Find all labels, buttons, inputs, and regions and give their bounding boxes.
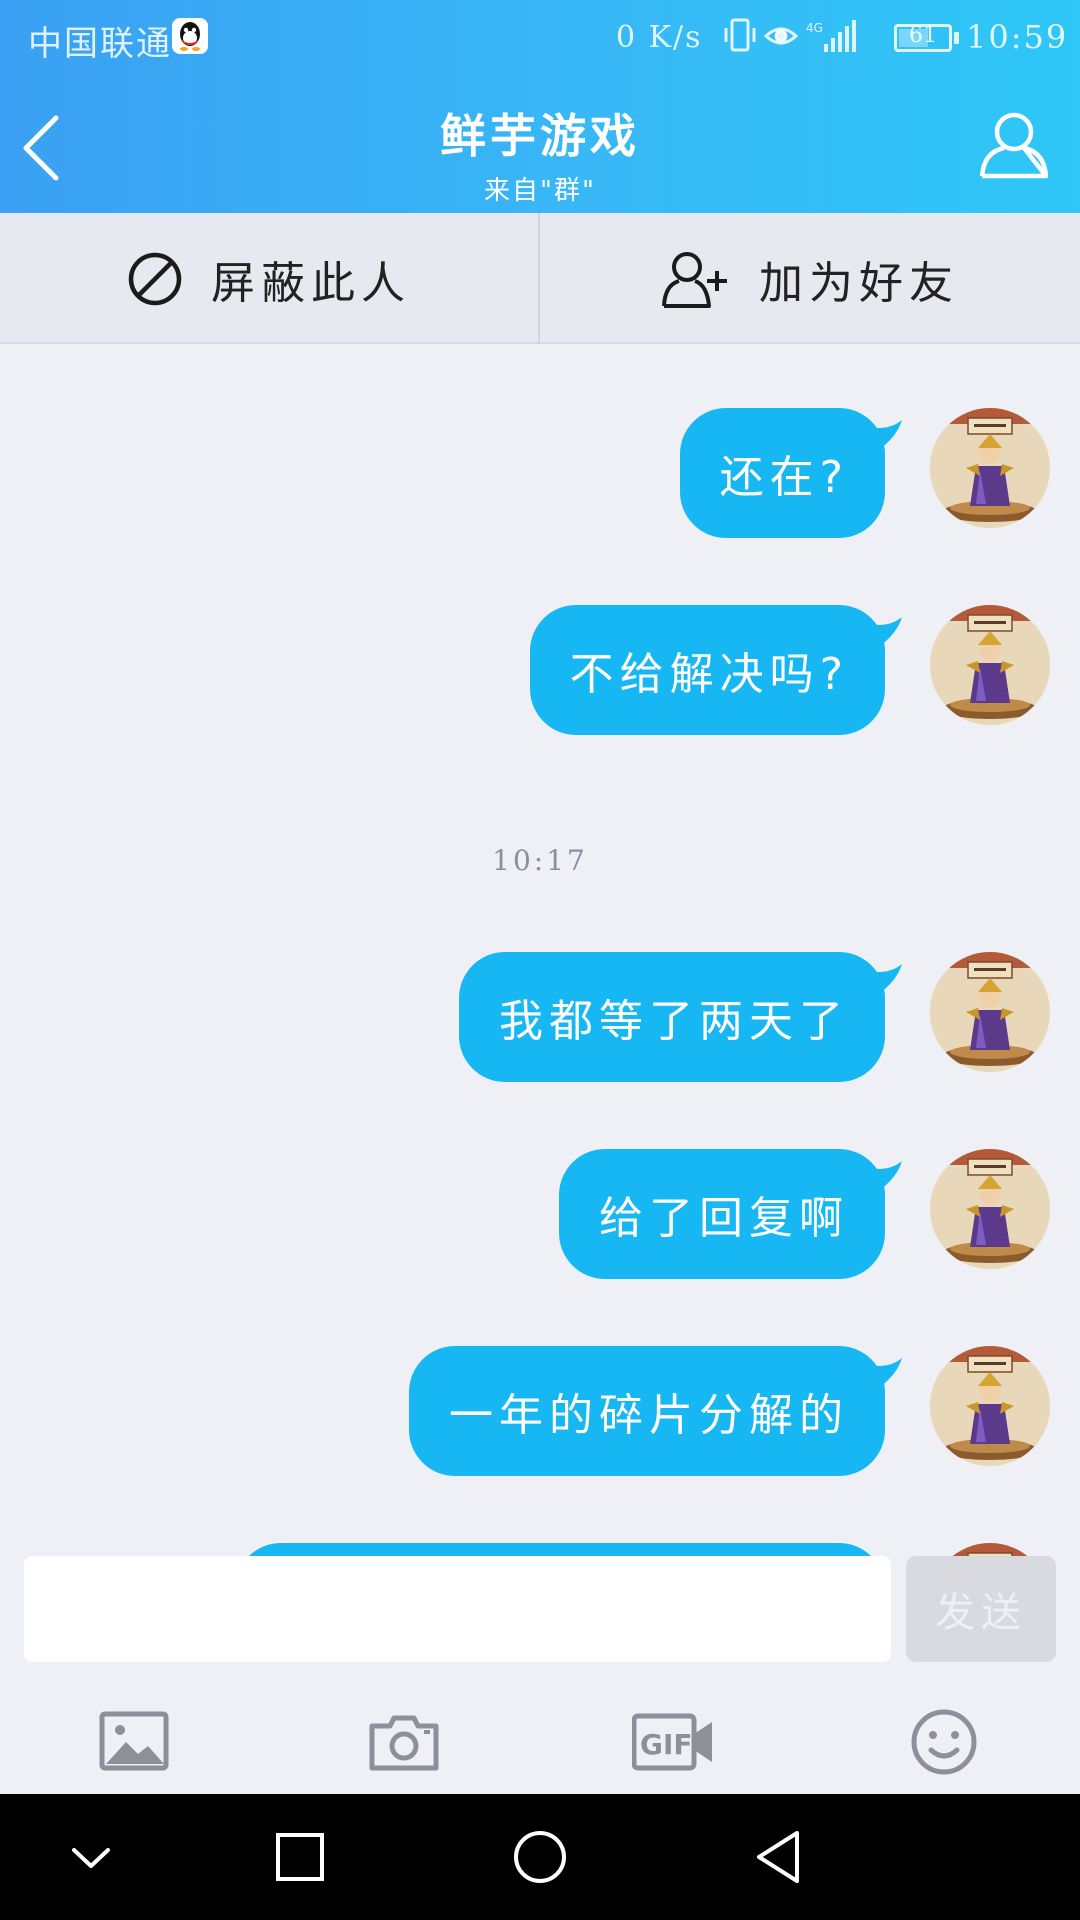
sender-avatar[interactable]: [930, 1543, 1050, 1556]
chat-subtitle: 来自"群": [484, 176, 596, 206]
chat-title-block: 鲜芋游戏 来自"群": [290, 100, 790, 207]
message-timestamp: 10:17: [492, 844, 588, 877]
message-row-partial: [0, 1543, 1080, 1556]
chat-header: 中国联通 0 K/s 4G 61 10:59 鲜芋游戏 来自"群": [0, 0, 1080, 213]
home-button[interactable]: [505, 1822, 575, 1892]
chevron-down-icon: [72, 1848, 110, 1868]
message-bubble[interactable]: 给了回复啊: [559, 1149, 885, 1279]
status-icons: 4G: [724, 14, 884, 68]
block-icon: [128, 252, 182, 305]
svg-text:GIF: GIF: [640, 1728, 693, 1761]
system-nav-bar: [0, 1794, 1080, 1920]
add-friend-button[interactable]: 加为好友: [541, 213, 1079, 344]
gif-icon: GIF: [631, 1713, 712, 1771]
eye-icon: [763, 27, 799, 45]
camera-icon: [369, 1715, 439, 1771]
sender-avatar[interactable]: [930, 1149, 1050, 1269]
composer: 发送 GIF: [0, 1556, 1080, 1794]
message-row: 一年的碎片分解的: [0, 1346, 1080, 1476]
person-icon: [979, 112, 1049, 179]
message-bubble-partial[interactable]: [235, 1543, 885, 1556]
message-bubble[interactable]: 还在?: [679, 408, 885, 538]
battery-level: 61: [909, 23, 937, 48]
emoji-icon: [911, 1709, 977, 1775]
action-divider: [538, 213, 540, 344]
vibrate-icon: [724, 18, 756, 52]
bubble-tail: [862, 617, 902, 653]
carrier-name: 中国联通: [28, 24, 172, 64]
recents-button[interactable]: [265, 1822, 335, 1892]
gif-button[interactable]: GIF: [631, 1702, 712, 1782]
image-button[interactable]: [94, 1702, 174, 1782]
bubble-tail: [862, 964, 902, 1000]
status-bar: 中国联通 0 K/s 4G 61 10:59: [0, 0, 1080, 76]
block-user-button[interactable]: 屏蔽此人: [0, 213, 538, 344]
circle-icon: [514, 1831, 566, 1883]
bubble-tail: [862, 1161, 902, 1197]
battery-tip: [954, 32, 959, 44]
profile-button[interactable]: [978, 108, 1050, 180]
back-chevron-icon: [23, 115, 59, 181]
triangle-back-icon: [757, 1831, 799, 1883]
bubble-tail: [862, 1358, 902, 1394]
message-bubble[interactable]: 我都等了两天了: [459, 952, 885, 1082]
square-icon: [276, 1833, 324, 1881]
send-button[interactable]: 发送: [906, 1556, 1056, 1662]
hide-nav-button[interactable]: [56, 1822, 126, 1892]
emoji-button[interactable]: [904, 1702, 984, 1782]
sender-avatar[interactable]: [930, 605, 1050, 725]
message-row: 给了回复啊: [0, 1149, 1080, 1279]
chat-title: 鲜芋游戏: [440, 109, 640, 163]
image-icon: [99, 1711, 169, 1771]
sender-avatar[interactable]: [930, 1346, 1050, 1466]
message-row: 还在?: [0, 408, 1080, 538]
message-input[interactable]: [24, 1556, 891, 1662]
back-button[interactable]: [18, 112, 66, 184]
sender-avatar[interactable]: [930, 952, 1050, 1072]
back-nav-button[interactable]: [745, 1822, 815, 1892]
message-bubble[interactable]: 一年的碎片分解的: [409, 1346, 885, 1476]
camera-button[interactable]: [364, 1702, 444, 1782]
stranger-action-bar: 屏蔽此人 加为好友: [0, 213, 1080, 344]
bubble-tail: [862, 420, 902, 456]
status-time: 10:59: [966, 18, 1069, 56]
message-row: 不给解决吗?: [0, 605, 1080, 735]
battery-icon: 61: [894, 23, 952, 52]
qq-notification-icon: [172, 18, 208, 54]
block-user-label: 屏蔽此人: [211, 257, 411, 309]
add-friend-label: 加为好友: [759, 257, 959, 309]
add-friend-icon: [662, 251, 727, 308]
network-speed: 0 K/s: [616, 20, 703, 55]
message-bubble[interactable]: 不给解决吗?: [529, 605, 885, 735]
signal-icon: 4G: [806, 20, 856, 52]
svg-text:4G: 4G: [806, 21, 823, 35]
message-row: 我都等了两天了: [0, 952, 1080, 1082]
sender-avatar[interactable]: [930, 408, 1050, 528]
message-list[interactable]: 还在? 不给解决吗? 10:17 我都等了两天了 给了回复啊 一年的碎片分解的: [0, 346, 1080, 1556]
